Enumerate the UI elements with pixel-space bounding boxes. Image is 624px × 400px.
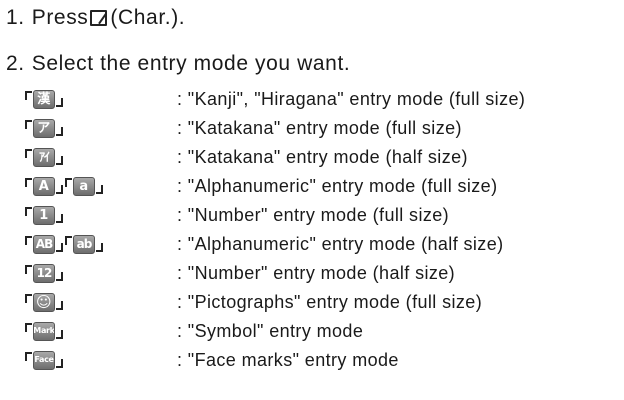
char-key-icon bbox=[90, 10, 108, 26]
mode-keys: AB ab bbox=[24, 233, 177, 255]
alpha-upper-key-icon: A bbox=[33, 176, 55, 196]
alpha-lower-key-icon: a bbox=[73, 176, 95, 196]
bracket-open-icon bbox=[64, 233, 72, 255]
bracket-close-icon bbox=[96, 175, 104, 197]
face-key-icon: Face bbox=[33, 350, 55, 370]
alpha-half-upper-key-icon: AB bbox=[33, 234, 55, 254]
bracket-close-icon bbox=[56, 233, 64, 255]
bracket-close-icon bbox=[56, 88, 64, 110]
mode-row-symbol: Mark : "Symbol" entry mode bbox=[24, 320, 363, 342]
mode-keys: 12 bbox=[24, 262, 177, 284]
bracket-close-icon bbox=[56, 262, 64, 284]
katakana-half-key-icon: ｱｲ bbox=[33, 147, 55, 167]
bracket-open-icon bbox=[24, 233, 32, 255]
number-half-key-icon: 12 bbox=[33, 263, 55, 283]
mode-description: : "Katakana" entry mode (full size) bbox=[177, 117, 462, 138]
mode-keys: Mark bbox=[24, 320, 177, 342]
mode-keys: 漢 bbox=[24, 88, 177, 110]
bracket-close-icon bbox=[56, 146, 64, 168]
bracket-close-icon bbox=[56, 291, 64, 313]
kanji-key-icon: 漢 bbox=[33, 89, 55, 109]
bracket-close-icon bbox=[56, 117, 64, 139]
mark-key-icon: Mark bbox=[33, 321, 55, 341]
bracket-open-icon bbox=[64, 175, 72, 197]
mode-row-number-full: 1 : "Number" entry mode (full size) bbox=[24, 204, 449, 226]
mode-description: : "Alphanumeric" entry mode (full size) bbox=[177, 175, 498, 196]
step-number: 1. bbox=[6, 6, 25, 29]
bracket-open-icon bbox=[24, 146, 32, 168]
mode-keys: ア bbox=[24, 117, 177, 139]
mode-row-alphanumeric-full: A a : "Alphanumeric" entry mode (full si… bbox=[24, 175, 498, 197]
mode-description: : "Number" entry mode (half size) bbox=[177, 262, 456, 283]
mode-keys: ☺ bbox=[24, 291, 177, 313]
mode-row-kanji: 漢 : "Kanji", "Hiragana" entry mode (full… bbox=[24, 88, 525, 110]
bracket-close-icon bbox=[56, 320, 64, 342]
bracket-open-icon bbox=[24, 262, 32, 284]
mode-description: : "Katakana" entry mode (half size) bbox=[177, 146, 468, 167]
mode-row-katakana-full: ア : "Katakana" entry mode (full size) bbox=[24, 117, 462, 139]
mode-description: : "Pictographs" entry mode (full size) bbox=[177, 291, 483, 312]
bracket-open-icon bbox=[24, 204, 32, 226]
bracket-open-icon bbox=[24, 175, 32, 197]
mode-keys: 1 bbox=[24, 204, 177, 226]
mode-keys: A a bbox=[24, 175, 177, 197]
number-key-icon: 1 bbox=[33, 205, 55, 225]
bracket-open-icon bbox=[24, 320, 32, 342]
step-text-char: (Char.). bbox=[110, 6, 186, 29]
bracket-open-icon bbox=[24, 88, 32, 110]
mode-description: : "Symbol" entry mode bbox=[177, 320, 364, 341]
bracket-close-icon bbox=[56, 175, 64, 197]
step-2: 2. Select the entry mode you want. bbox=[6, 52, 350, 76]
bracket-open-icon bbox=[24, 117, 32, 139]
bracket-close-icon bbox=[56, 204, 64, 226]
mode-row-katakana-half: ｱｲ : "Katakana" entry mode (half size) bbox=[24, 146, 468, 168]
mode-description: : "Number" entry mode (full size) bbox=[177, 204, 450, 225]
mode-row-face-marks: Face : "Face marks" entry mode bbox=[24, 349, 399, 371]
katakana-key-icon: ア bbox=[33, 118, 55, 138]
mode-row-number-half: 12 : "Number" entry mode (half size) bbox=[24, 262, 455, 284]
alpha-half-lower-key-icon: ab bbox=[73, 234, 95, 254]
bracket-open-icon bbox=[24, 349, 32, 371]
bracket-open-icon bbox=[24, 291, 32, 313]
mode-keys: Face bbox=[24, 349, 177, 371]
mode-keys: ｱｲ bbox=[24, 146, 177, 168]
mode-description: : "Face marks" entry mode bbox=[177, 349, 399, 370]
step-text-select: Select the entry mode you want. bbox=[31, 52, 351, 75]
pictograph-key-icon: ☺ bbox=[33, 292, 55, 312]
mode-description: : "Kanji", "Hiragana" entry mode (full s… bbox=[177, 88, 526, 109]
mode-row-alphanumeric-half: AB ab : "Alphanumeric" entry mode (half … bbox=[24, 233, 504, 255]
step-text-press: Press bbox=[31, 6, 89, 29]
step-1: 1. Press (Char.). bbox=[6, 6, 185, 30]
bracket-close-icon bbox=[56, 349, 64, 371]
step-number: 2. bbox=[6, 52, 25, 75]
mode-row-pictographs: ☺ : "Pictographs" entry mode (full size) bbox=[24, 291, 482, 313]
bracket-close-icon bbox=[96, 233, 104, 255]
mode-description: : "Alphanumeric" entry mode (half size) bbox=[177, 233, 504, 254]
